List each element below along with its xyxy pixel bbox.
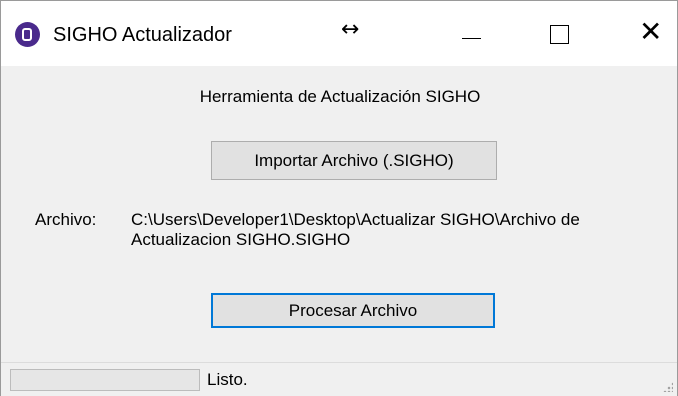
process-file-button[interactable]: Procesar Archivo xyxy=(211,293,495,328)
file-path: C:\Users\Developer1\Desktop\Actualizar S… xyxy=(131,210,580,249)
maximize-button[interactable] xyxy=(531,1,591,66)
minimize-icon xyxy=(462,38,481,39)
resize-grip-icon[interactable] xyxy=(663,382,673,392)
file-label: Archivo: xyxy=(35,210,97,229)
status-bar: Listo. xyxy=(1,362,677,396)
status-text: Listo. xyxy=(207,370,248,389)
window-title: SIGHO Actualizador xyxy=(53,24,232,46)
close-icon: ✕ xyxy=(639,15,663,48)
minimize-button[interactable] xyxy=(441,1,501,66)
close-button[interactable]: ✕ xyxy=(621,1,678,66)
app-icon xyxy=(15,22,40,47)
resize-cursor-icon: ↔ xyxy=(341,17,360,42)
app-window: SIGHO Actualizador ↔ ✕ Herramienta de Ac… xyxy=(0,0,678,396)
import-file-button[interactable]: Importar Archivo (.SIGHO) xyxy=(211,141,497,180)
title-bar[interactable]: SIGHO Actualizador ↔ ✕ xyxy=(1,1,677,66)
tool-heading: Herramienta de Actualización SIGHO xyxy=(199,87,481,106)
progress-bar xyxy=(10,369,200,391)
maximize-icon xyxy=(550,25,569,44)
